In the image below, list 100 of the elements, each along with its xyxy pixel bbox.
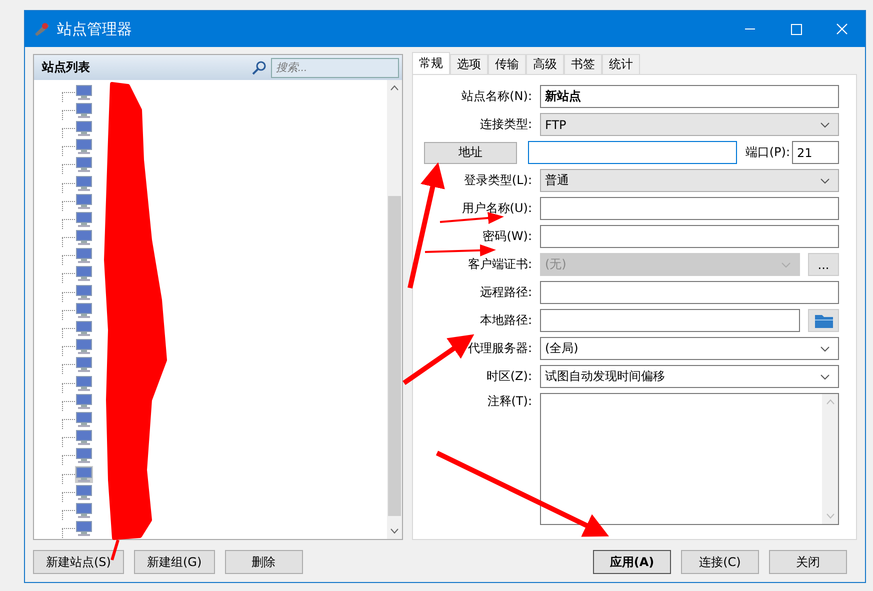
- tab[interactable]: 书签: [564, 54, 602, 74]
- site-tree-item[interactable]: [75, 210, 93, 228]
- monitor-icon: [76, 448, 92, 464]
- site-tree-item[interactable]: [75, 174, 93, 192]
- site-tree-item[interactable]: [75, 520, 93, 538]
- scroll-up-icon[interactable]: [390, 85, 399, 91]
- field-label: 连接类型:: [478, 116, 532, 133]
- list-button[interactable]: 新建组(G): [134, 550, 215, 574]
- monitor-icon: [76, 302, 92, 318]
- window-title: 站点管理器: [57, 20, 133, 38]
- monitor-icon: [76, 176, 92, 191]
- dropdown[interactable]: (全局): [540, 337, 839, 360]
- dropdown[interactable]: 试图自动发现时间偏移: [540, 365, 839, 388]
- field-label: 注释(T):: [486, 393, 532, 410]
- site-tree-item[interactable]: [75, 192, 93, 210]
- monitor-icon: [76, 230, 92, 246]
- dropdown[interactable]: 普通: [540, 169, 839, 192]
- monitor-icon: [76, 502, 92, 518]
- dropdown[interactable]: FTP: [540, 113, 839, 136]
- field-label: 登录类型(L):: [462, 172, 532, 189]
- dialog-button[interactable]: 连接(C): [681, 550, 759, 574]
- site-tree-item[interactable]: [75, 156, 93, 174]
- dialog-button[interactable]: 关闭: [769, 550, 847, 574]
- site-tree-item[interactable]: [75, 229, 93, 246]
- field-label: 用户名称(U):: [460, 200, 532, 217]
- field-label: 站点名称(N):: [460, 88, 532, 105]
- field-label: 时区(Z):: [485, 368, 532, 385]
- monitor-icon: [76, 266, 92, 282]
- monitor-icon: [76, 484, 92, 500]
- folder-icon: [814, 312, 834, 328]
- field-label: 远程路径:: [478, 284, 532, 301]
- monitor-icon: [76, 339, 92, 354]
- list-button[interactable]: 新建站点(S): [33, 550, 124, 574]
- annotation-line: [110, 540, 120, 560]
- monitor-icon: [76, 139, 92, 154]
- site-tree-item[interactable]: [75, 138, 93, 156]
- site-tree-item[interactable]: [75, 374, 93, 392]
- monitor-icon: [76, 412, 92, 427]
- text-field[interactable]: 新站点: [540, 85, 839, 108]
- search-icon: [251, 60, 267, 76]
- monitor-icon: [76, 376, 92, 391]
- field-label: 客户端证书:: [466, 256, 532, 273]
- scrollbar[interactable]: [387, 80, 402, 539]
- text-field[interactable]: [540, 281, 839, 304]
- dialog-button[interactable]: 应用(A): [593, 550, 671, 574]
- site-tree-item[interactable]: [75, 429, 93, 446]
- tab[interactable]: 选项: [450, 54, 488, 74]
- list-button[interactable]: 删除: [224, 550, 303, 574]
- folder-button[interactable]: [808, 309, 839, 332]
- chevron-down-icon: [820, 374, 830, 380]
- chevron-down-icon: [820, 178, 830, 184]
- port-field[interactable]: 21: [792, 141, 839, 164]
- monitor-icon: [76, 212, 92, 227]
- site-tree-item[interactable]: [75, 102, 93, 119]
- site-tree-item[interactable]: [75, 284, 93, 301]
- site-tree-item[interactable]: [75, 392, 93, 410]
- monitor-icon: [76, 321, 92, 336]
- chevron-down-icon: [820, 346, 830, 352]
- site-tree-item[interactable]: [75, 265, 93, 282]
- search-field[interactable]: 搜索...: [271, 58, 399, 78]
- site-tree-item[interactable]: [75, 466, 93, 483]
- list-title: 站点列表: [42, 59, 91, 76]
- tab[interactable]: 高级: [526, 54, 564, 74]
- monitor-icon: [76, 466, 92, 482]
- site-tree-item[interactable]: [75, 84, 93, 101]
- monitor-icon: [76, 120, 92, 136]
- field-label: 密码(W):: [482, 228, 532, 245]
- field-label: 代理服务器:: [466, 340, 532, 357]
- chevron-down-icon: [781, 262, 791, 268]
- monitor-icon: [76, 194, 92, 209]
- site-tree-item[interactable]: [75, 447, 93, 464]
- monitor-icon: [76, 521, 92, 536]
- host-field[interactable]: [528, 141, 738, 164]
- monitor-icon: [76, 102, 92, 118]
- site-tree-item[interactable]: [75, 338, 93, 356]
- tab[interactable]: 统计: [602, 54, 640, 74]
- address-button[interactable]: 地址: [424, 142, 518, 164]
- site-tree-item[interactable]: [75, 356, 93, 374]
- monitor-icon: [76, 394, 92, 409]
- text-field[interactable]: [540, 197, 839, 220]
- site-tree-item[interactable]: [75, 320, 93, 338]
- chevron-down-icon: [820, 122, 830, 128]
- text-field[interactable]: [540, 309, 800, 332]
- monitor-icon: [76, 84, 92, 100]
- text-field[interactable]: [540, 225, 839, 248]
- site-tree-item[interactable]: [75, 120, 93, 137]
- site-tree-item[interactable]: [75, 502, 93, 519]
- monitor-icon: [76, 157, 92, 172]
- site-tree-item[interactable]: [75, 302, 93, 319]
- monitor-icon: [76, 430, 92, 446]
- monitor-icon: [76, 357, 92, 372]
- monitor-icon: [76, 248, 92, 264]
- tab[interactable]: 常规: [412, 52, 450, 74]
- field-label: 本地路径:: [478, 312, 532, 329]
- site-tree-item[interactable]: [75, 484, 93, 501]
- monitor-icon: [76, 284, 92, 300]
- tab[interactable]: 传输: [488, 54, 526, 74]
- scroll-down-icon[interactable]: [390, 528, 399, 534]
- site-tree-item[interactable]: [75, 410, 93, 428]
- site-tree-item[interactable]: [75, 247, 93, 264]
